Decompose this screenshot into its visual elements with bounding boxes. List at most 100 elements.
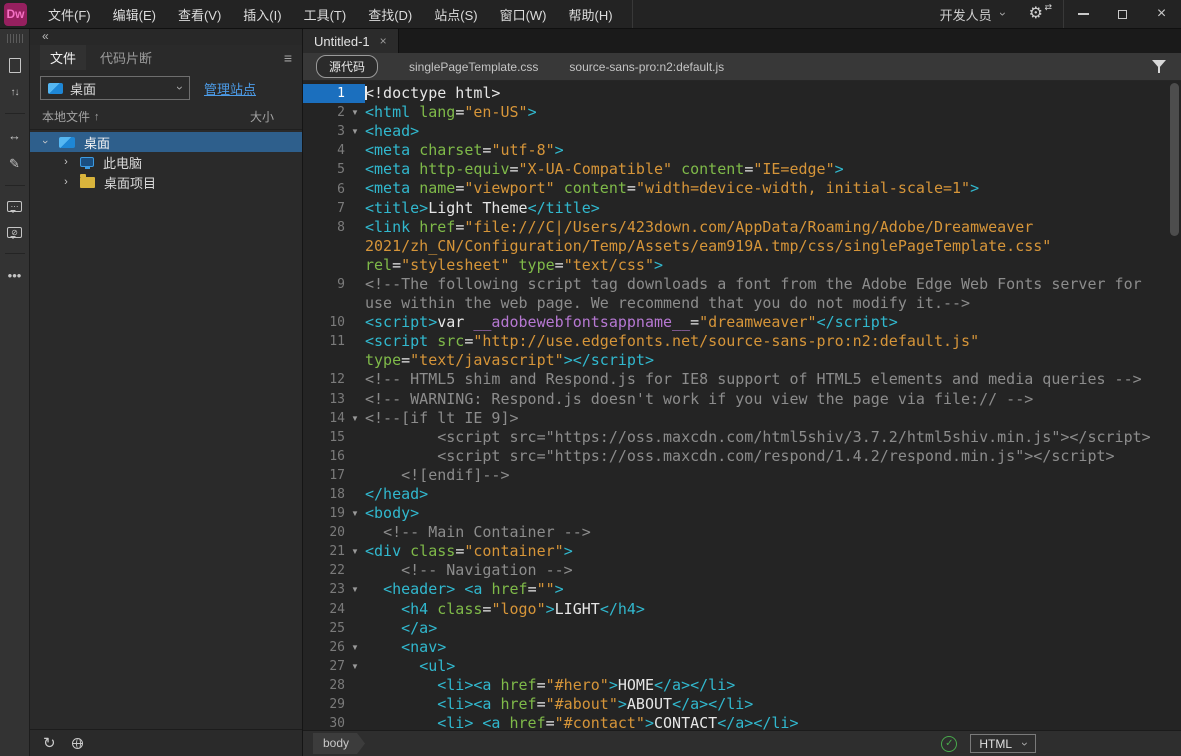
gutter-line[interactable]: 25 (303, 619, 365, 638)
gutter-line[interactable]: 23▼ (303, 580, 365, 599)
gutter-line[interactable]: 3▼ (303, 122, 365, 141)
code-line[interactable]: <meta http-equiv="X-UA-Compatible" conte… (365, 160, 1181, 179)
code-editor[interactable]: <!doctype html><html lang="en-US"><head>… (365, 81, 1181, 730)
chevron-down-icon[interactable]: › (39, 137, 51, 147)
fold-arrow-icon[interactable]: ▼ (351, 414, 365, 423)
scrollbar[interactable] (1170, 83, 1180, 728)
code-line[interactable]: <script>var __adobewebfontsappname__="dr… (365, 313, 1181, 332)
menu-file[interactable]: 文件(F) (37, 5, 102, 24)
gutter-line[interactable]: 22 (303, 561, 365, 580)
chevron-right-icon[interactable]: › (61, 156, 71, 168)
apply-comment-icon[interactable]: ⋯ (7, 201, 22, 212)
code-line[interactable]: <!--The following script tag downloads a… (365, 275, 1181, 294)
gutter-line[interactable]: 5 (303, 160, 365, 179)
code-view[interactable]: 12▼3▼4567891011121314▼1516171819▼2021▼22… (303, 81, 1181, 730)
fold-arrow-icon[interactable]: ▼ (351, 108, 365, 117)
gutter-line[interactable]: 9 (303, 275, 365, 294)
menu-window[interactable]: 窗口(W) (489, 5, 558, 24)
menu-find[interactable]: 查找(D) (357, 5, 423, 24)
fold-arrow-icon[interactable]: ▼ (351, 662, 365, 671)
file-list-header[interactable]: 本地文件 ↑ 大小 (30, 106, 302, 130)
code-line[interactable]: type="text/javascript"></script> (365, 351, 1181, 370)
chevron-right-icon[interactable]: › (61, 176, 71, 188)
code-line[interactable]: <li><a href="#hero">HOME</a></li> (365, 676, 1181, 695)
code-line[interactable]: <li> <a href="#contact">CONTACT</a></li> (365, 714, 1181, 730)
word-wrap-icon[interactable]: ↔ (8, 129, 21, 142)
tree-item-桌面项目[interactable]: ›桌面项目 (30, 172, 302, 192)
restore-button[interactable] (1103, 0, 1142, 28)
code-line[interactable]: <header> <a href=""> (365, 580, 1181, 599)
code-line[interactable]: <h4 class="logo">LIGHT</h4> (365, 600, 1181, 619)
more-options-icon[interactable]: ••• (8, 269, 22, 282)
code-line[interactable]: <![endif]--> (365, 466, 1181, 485)
code-line[interactable]: <!--[if lt IE 9]> (365, 409, 1181, 428)
gutter-line[interactable]: 13 (303, 390, 365, 409)
close-tab-icon[interactable]: × (380, 34, 387, 48)
gutter-line[interactable] (303, 256, 365, 275)
code-line[interactable]: <nav> (365, 638, 1181, 657)
tree-item-此电脑[interactable]: ›此电脑 (30, 152, 302, 172)
format-source-icon[interactable]: ✎ (9, 157, 20, 170)
code-line[interactable]: <head> (365, 122, 1181, 141)
code-line[interactable]: <script src="https://oss.maxcdn.com/resp… (365, 447, 1181, 466)
document-tab[interactable]: Untitled-1 × (303, 29, 399, 53)
tag-selector-body[interactable]: body (313, 733, 365, 754)
gutter-line[interactable]: 21▼ (303, 542, 365, 561)
gutter-line[interactable]: 30 (303, 714, 365, 730)
doctype-select[interactable]: HTML › (970, 734, 1036, 753)
menu-insert[interactable]: 插入(I) (232, 5, 292, 24)
filter-icon[interactable] (1152, 60, 1166, 74)
gutter-line[interactable]: 6 (303, 179, 365, 198)
gutter-line[interactable]: 24 (303, 600, 365, 619)
gutter-line[interactable]: 20 (303, 523, 365, 542)
menu-help[interactable]: 帮助(H) (558, 5, 624, 24)
code-line[interactable]: 2021/zh_CN/Configuration/Temp/Assets/eam… (365, 237, 1181, 256)
remove-comment-icon[interactable]: ⊘ (7, 227, 22, 238)
code-line[interactable]: <title>Light Theme</title> (365, 199, 1181, 218)
menu-view[interactable]: 查看(V) (167, 5, 232, 24)
code-line[interactable]: <!-- Navigation --> (365, 561, 1181, 580)
source-code-button[interactable]: 源代码 (316, 55, 378, 78)
gutter-line[interactable]: 16 (303, 447, 365, 466)
sync-settings-icon[interactable]: ⚙⇄ (1029, 6, 1043, 22)
code-line[interactable]: rel="stylesheet" type="text/css"> (365, 256, 1181, 275)
code-line[interactable]: </a> (365, 619, 1181, 638)
gutter-line[interactable]: 29 (303, 695, 365, 714)
code-line[interactable]: <!-- WARNING: Respond.js doesn't work if… (365, 390, 1181, 409)
gutter-line[interactable]: 12 (303, 370, 365, 389)
tree-item-桌面[interactable]: ›桌面 (30, 132, 302, 152)
collapse-panels-icon[interactable]: « (42, 29, 49, 43)
menu-edit[interactable]: 编辑(E) (102, 5, 167, 24)
gutter[interactable]: 12▼3▼4567891011121314▼1516171819▼2021▼22… (303, 81, 365, 730)
gutter-line[interactable]: 19▼ (303, 504, 365, 523)
gutter-line[interactable]: 15 (303, 428, 365, 447)
gutter-line[interactable] (303, 351, 365, 370)
column-local-files[interactable]: 本地文件 (42, 108, 90, 125)
gutter-line[interactable]: 11 (303, 332, 365, 351)
fold-arrow-icon[interactable]: ▼ (351, 127, 365, 136)
gutter-line[interactable]: 27▼ (303, 657, 365, 676)
code-line[interactable]: <!-- HTML5 shim and Respond.js for IE8 s… (365, 370, 1181, 389)
code-line[interactable]: <!doctype html> (365, 84, 1181, 103)
gutter-line[interactable]: 18 (303, 485, 365, 504)
gutter-line[interactable]: 7 (303, 199, 365, 218)
tab-files[interactable]: 文件 (40, 45, 86, 70)
manage-sites-link[interactable]: 管理站点 (204, 79, 256, 98)
code-line[interactable]: <li><a href="#about">ABOUT</a></li> (365, 695, 1181, 714)
code-line[interactable]: use within the web page. We recommend th… (365, 294, 1181, 313)
sort-icon[interactable]: ↑↓ (11, 88, 19, 98)
code-line[interactable]: <div class="container"> (365, 542, 1181, 561)
refresh-icon[interactable]: ↻ (43, 736, 56, 751)
gutter-line[interactable]: 17 (303, 466, 365, 485)
toolbar-grip[interactable] (7, 34, 23, 43)
workspace-switcher[interactable]: 开发人员 › (924, 5, 1021, 24)
sync-with-server-icon[interactable] (72, 738, 83, 749)
code-line[interactable]: <meta charset="utf-8"> (365, 141, 1181, 160)
code-line[interactable]: <link href="file:///C|/Users/423down.com… (365, 218, 1181, 237)
code-line[interactable]: <!-- Main Container --> (365, 523, 1181, 542)
code-line[interactable]: <ul> (365, 657, 1181, 676)
minimize-button[interactable] (1064, 0, 1103, 28)
menu-site[interactable]: 站点(S) (423, 5, 488, 24)
code-line[interactable]: <meta name="viewport" content="width=dev… (365, 179, 1181, 198)
site-select[interactable]: 桌面 › (40, 76, 190, 100)
